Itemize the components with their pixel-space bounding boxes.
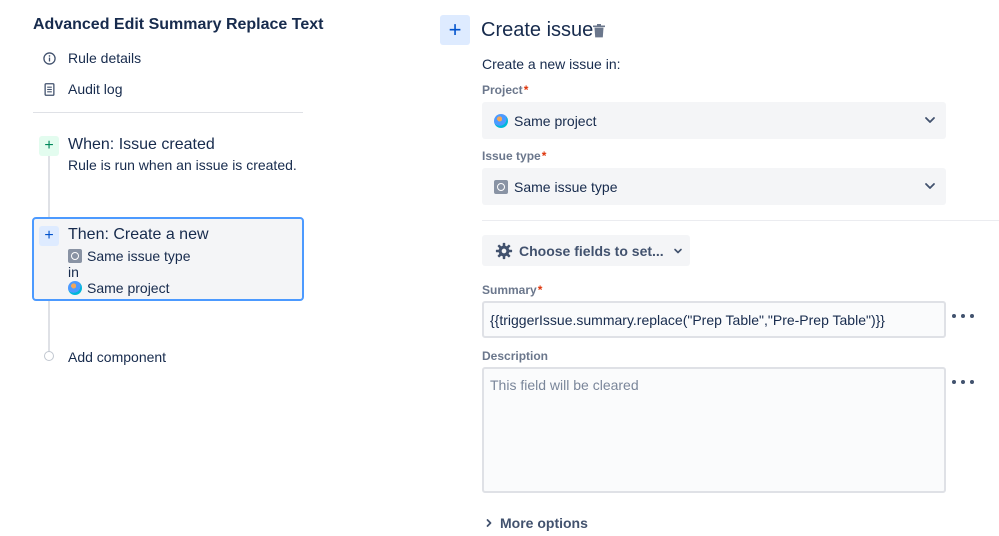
document-icon	[42, 82, 56, 96]
add-action-plus-icon[interactable]: +	[39, 226, 59, 246]
summary-input[interactable]	[482, 301, 946, 338]
action-project: Same project	[68, 280, 169, 296]
issue-type-icon	[494, 179, 508, 194]
trigger-title[interactable]: When: Issue created	[68, 136, 215, 154]
action-title: Then: Create a new	[68, 226, 209, 243]
add-component-dot-icon	[44, 351, 54, 361]
issue-type-label-text: Issue type	[482, 149, 541, 163]
section-separator	[482, 220, 999, 221]
info-icon	[42, 51, 56, 65]
add-action-icon: +	[440, 15, 470, 45]
action-issue-type-label: Same issue type	[87, 248, 191, 264]
trash-icon[interactable]	[593, 24, 605, 38]
chevron-down-icon	[673, 248, 682, 253]
chevron-down-icon	[925, 183, 935, 189]
nav-rule-details-label: Rule details	[68, 50, 142, 66]
project-label-text: Project	[482, 83, 523, 97]
panel-subtitle: Create a new issue in:	[482, 56, 621, 72]
add-component-link[interactable]: Add component	[68, 349, 166, 365]
action-connector: in	[68, 264, 79, 280]
description-field-label: Description	[482, 349, 549, 363]
required-marker: *	[537, 283, 543, 297]
issue-type-icon	[68, 249, 82, 263]
summary-more-icon[interactable]	[952, 310, 974, 322]
chevron-right-icon	[486, 519, 492, 527]
issue-type-field-label: Issue type*	[482, 149, 546, 163]
action-issue-type: Same issue type	[68, 248, 191, 264]
project-field-label: Project*	[482, 83, 528, 97]
choose-fields-label: Choose fields to set...	[519, 242, 664, 259]
divider	[33, 112, 303, 113]
chevron-down-icon	[925, 117, 935, 123]
project-avatar-icon	[494, 113, 508, 128]
description-textarea[interactable]	[482, 367, 946, 493]
nav-audit-log-label: Audit log	[68, 81, 123, 97]
issue-type-select[interactable]: Same issue type	[482, 168, 946, 205]
project-select[interactable]: Same project	[482, 102, 946, 139]
more-options-label: More options	[500, 515, 588, 531]
summary-label-text: Summary	[482, 283, 537, 297]
gear-icon	[495, 242, 513, 259]
required-marker: *	[523, 83, 529, 97]
summary-field-label: Summary*	[482, 283, 542, 297]
more-options-toggle[interactable]: More options	[484, 515, 588, 531]
project-select-value: Same project	[514, 112, 597, 129]
nav-audit-log[interactable]: Audit log	[42, 79, 122, 99]
nav-rule-details[interactable]: Rule details	[42, 48, 141, 68]
rule-title: Advanced Edit Summary Replace Text	[33, 16, 324, 33]
panel-title: Create issue	[481, 19, 594, 41]
issue-type-select-value: Same issue type	[514, 178, 618, 195]
choose-fields-button[interactable]: Choose fields to set...	[482, 235, 690, 266]
trigger-description: Rule is run when an issue is created.	[68, 157, 297, 173]
action-project-label: Same project	[87, 280, 170, 296]
description-more-icon[interactable]	[952, 376, 974, 388]
required-marker: *	[541, 149, 547, 163]
project-avatar-icon	[68, 281, 82, 295]
add-trigger-plus-icon[interactable]: +	[39, 136, 59, 156]
